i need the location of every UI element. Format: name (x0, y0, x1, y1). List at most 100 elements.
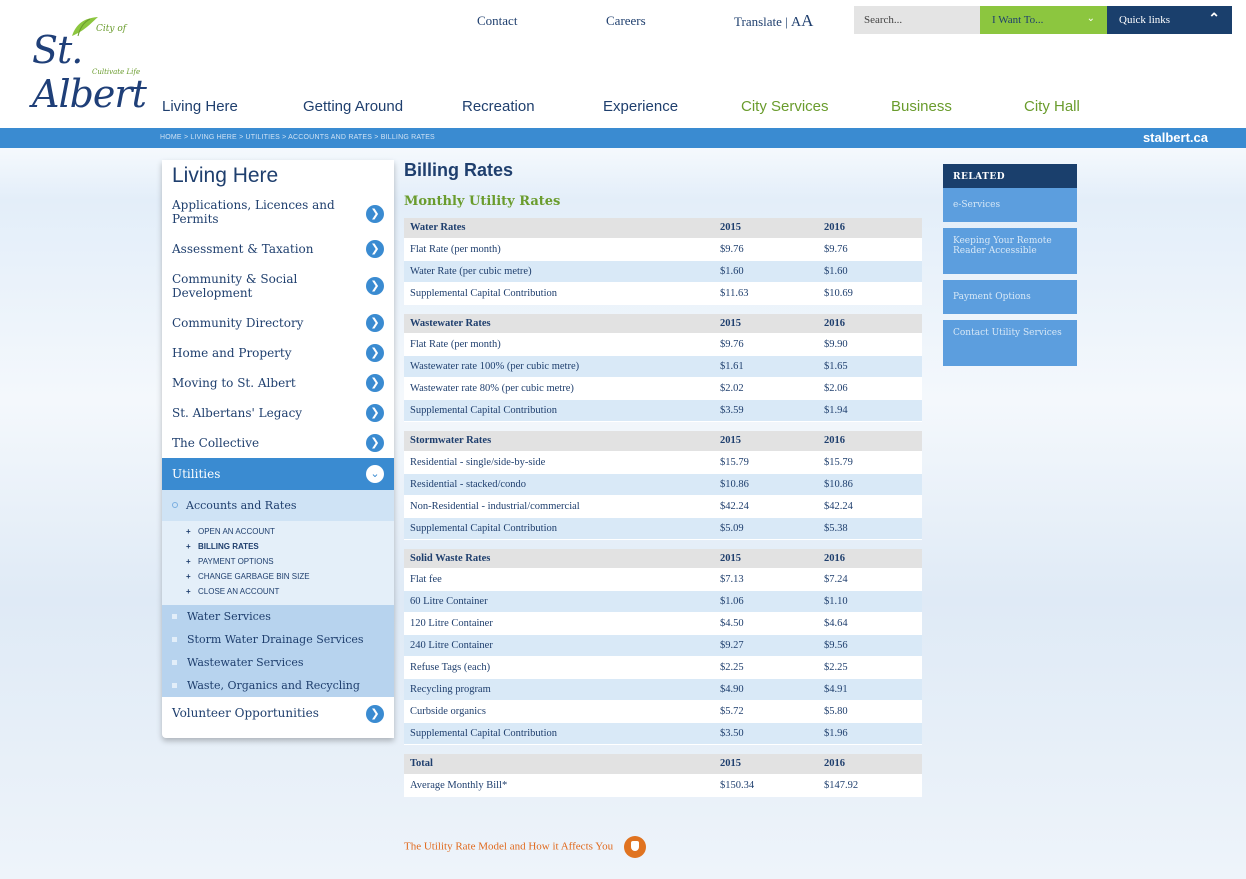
table-cell: Wastewater rate 100% (per cubic metre) (404, 355, 714, 378)
plus-icon: + (186, 542, 191, 551)
table-cell: $15.79 (714, 451, 818, 474)
nav-experience[interactable]: Experience (603, 98, 678, 115)
sidebar-item-moving[interactable]: Moving to St. Albert ❯ (162, 368, 394, 398)
sidebar-sub-storm-water[interactable]: Storm Water Drainage Services (162, 628, 394, 651)
nav-recreation[interactable]: Recreation (462, 98, 535, 115)
sidebar-sub-accounts-rates[interactable]: Accounts and Rates (162, 490, 394, 521)
sidebar-item-label: Moving to St. Albert (172, 376, 296, 390)
table-row: 120 Litre Container $4.50 $4.64 (404, 612, 922, 635)
table-cell: $10.69 (818, 282, 922, 305)
breadcrumb[interactable]: HOME > LIVING HERE > UTILITIES > ACCOUNT… (160, 134, 435, 141)
table-cell: $147.92 (818, 774, 922, 797)
search-input[interactable]: Search... (854, 6, 980, 34)
link-billing-rates[interactable]: + BILLING RATES (186, 539, 394, 554)
sidebar-sub-label: Wastewater Services (187, 656, 304, 669)
related-e-services[interactable]: e-Services (943, 188, 1077, 222)
column-header: 2015 (714, 313, 818, 334)
plus-icon: + (186, 572, 191, 581)
table-cell: $5.09 (714, 517, 818, 540)
table-cell: Curbside organics (404, 700, 714, 723)
rates-tables: Water Rates 2015 2016 Flat Rate (per month)… (404, 218, 924, 797)
table-row: Flat Rate (per month) $9.76 $9.90 (404, 333, 922, 356)
table-cell: $2.06 (818, 377, 922, 400)
nav-city-services[interactable]: City Services (741, 98, 829, 115)
chevron-right-icon: ❯ (366, 344, 384, 362)
table-cell: $5.72 (714, 700, 818, 723)
i-want-to-dropdown[interactable]: I Want To... ⌄ (980, 6, 1107, 34)
sidebar-item-community-social[interactable]: Community & Social Development ❯ (162, 264, 394, 308)
link-payment-options[interactable]: + PAYMENT OPTIONS (186, 554, 394, 569)
link-label: PAYMENT OPTIONS (198, 557, 274, 566)
link-change-bin-size[interactable]: + CHANGE GARBAGE BIN SIZE (186, 569, 394, 584)
link-close-account[interactable]: + CLOSE AN ACCOUNT (186, 584, 394, 599)
table-cell: $9.90 (818, 333, 922, 356)
table-row: Flat fee $7.13 $7.24 (404, 568, 922, 591)
table-cell: 240 Litre Container (404, 634, 714, 657)
sidebar-item-utilities[interactable]: Utilities ⌄ (162, 458, 394, 490)
table-cell: Supplemental Capital Contribution (404, 399, 714, 422)
table-cell: Water Rate (per cubic metre) (404, 260, 714, 283)
table-row: Supplemental Capital Contribution $5.09 $5… (404, 517, 922, 540)
sidebar-sub-water-services[interactable]: Water Services (162, 605, 394, 628)
sidebar-item-applications[interactable]: Applications, Licences and Permits ❯ (162, 194, 394, 234)
table-cell: $2.25 (818, 656, 922, 679)
rates-table: Water Rates 2015 2016 Flat Rate (per month)… (404, 218, 922, 305)
link-open-account[interactable]: + OPEN AN ACCOUNT (186, 524, 394, 539)
table-row: Wastewater rate 80% (per cubic metre) $2.… (404, 377, 922, 400)
table-cell: $1.94 (818, 399, 922, 422)
table-cell: $4.50 (714, 612, 818, 635)
font-size-small-button[interactable]: A (791, 15, 801, 30)
bullet-icon (172, 614, 177, 619)
chevron-down-icon: ⌄ (366, 465, 384, 483)
nav-city-hall[interactable]: City Hall (1024, 98, 1080, 115)
main-nav: Living Here Getting Around Recreation Ex… (0, 98, 1246, 120)
nav-business[interactable]: Business (891, 98, 952, 115)
nav-getting-around[interactable]: Getting Around (303, 98, 403, 115)
sidebar-item-legacy[interactable]: St. Albertans' Legacy ❯ (162, 398, 394, 428)
table-cell: $7.13 (714, 568, 818, 591)
related-remote-reader[interactable]: Keeping Your Remote Reader Accessible (943, 228, 1077, 274)
table-cell: $1.61 (714, 355, 818, 378)
chevron-right-icon: ❯ (366, 314, 384, 332)
nav-living-here[interactable]: Living Here (162, 98, 238, 115)
related-payment-options[interactable]: Payment Options (943, 280, 1077, 314)
link-label: BILLING RATES (198, 542, 259, 551)
sidebar-sub-waste-recycling[interactable]: Waste, Organics and Recycling (162, 674, 394, 697)
sidebar-item-home-property[interactable]: Home and Property ❯ (162, 338, 394, 368)
contact-link[interactable]: Contact (477, 13, 517, 29)
i-want-to-label: I Want To... (992, 14, 1044, 26)
utility-nav: Contact Careers Translate | AA Search...… (0, 0, 1246, 36)
table-row: Supplemental Capital Contribution $11.63 $… (404, 282, 922, 305)
chevron-down-icon: ⌄ (1086, 13, 1095, 24)
column-header: 2016 (818, 754, 922, 775)
translate-link[interactable]: Translate (734, 14, 782, 29)
sidebar-item-assessment[interactable]: Assessment & Taxation ❯ (162, 234, 394, 264)
related-contact-utility[interactable]: Contact Utility Services (943, 320, 1077, 366)
column-header: 2016 (818, 548, 922, 569)
sidebar-sub-label: Accounts and Rates (186, 499, 297, 512)
breadcrumb-bar: HOME > LIVING HERE > UTILITIES > ACCOUNT… (0, 128, 1246, 148)
careers-link[interactable]: Careers (606, 13, 646, 29)
sidebar-item-label: Community Directory (172, 316, 304, 330)
table-cell: $2.02 (714, 377, 818, 400)
translate-divider: | (785, 14, 788, 29)
bullet-icon (172, 502, 178, 508)
quick-links-toggle[interactable]: Quick links ⌃ (1107, 6, 1232, 34)
sidebar-item-volunteer[interactable]: Volunteer Opportunities ❯ (162, 697, 394, 738)
main-content: Billing Rates Monthly Utility Rates Wate… (404, 160, 924, 806)
sidebar-sub-wastewater[interactable]: Wastewater Services (162, 651, 394, 674)
table-row: Curbside organics $5.72 $5.80 (404, 700, 922, 723)
sidebar-item-community-directory[interactable]: Community Directory ❯ (162, 308, 394, 338)
table-cell: $15.79 (818, 451, 922, 474)
sidebar-item-collective[interactable]: The Collective ❯ (162, 428, 394, 458)
font-size-large-button[interactable]: A (801, 11, 813, 30)
table-row: Residential - stacked/condo $10.86 $10.86 (404, 473, 922, 496)
quick-links-label: Quick links (1119, 14, 1171, 26)
chevron-right-icon: ❯ (366, 277, 384, 295)
utility-rate-model-link[interactable]: The Utility Rate Model and How it Affect… (404, 836, 646, 858)
column-header: Total (404, 754, 714, 775)
column-header: 2015 (714, 218, 818, 239)
table-row: Water Rate (per cubic metre) $1.60 $1.60 (404, 260, 922, 283)
table-cell: Refuse Tags (each) (404, 656, 714, 679)
table-cell: Supplemental Capital Contribution (404, 517, 714, 540)
